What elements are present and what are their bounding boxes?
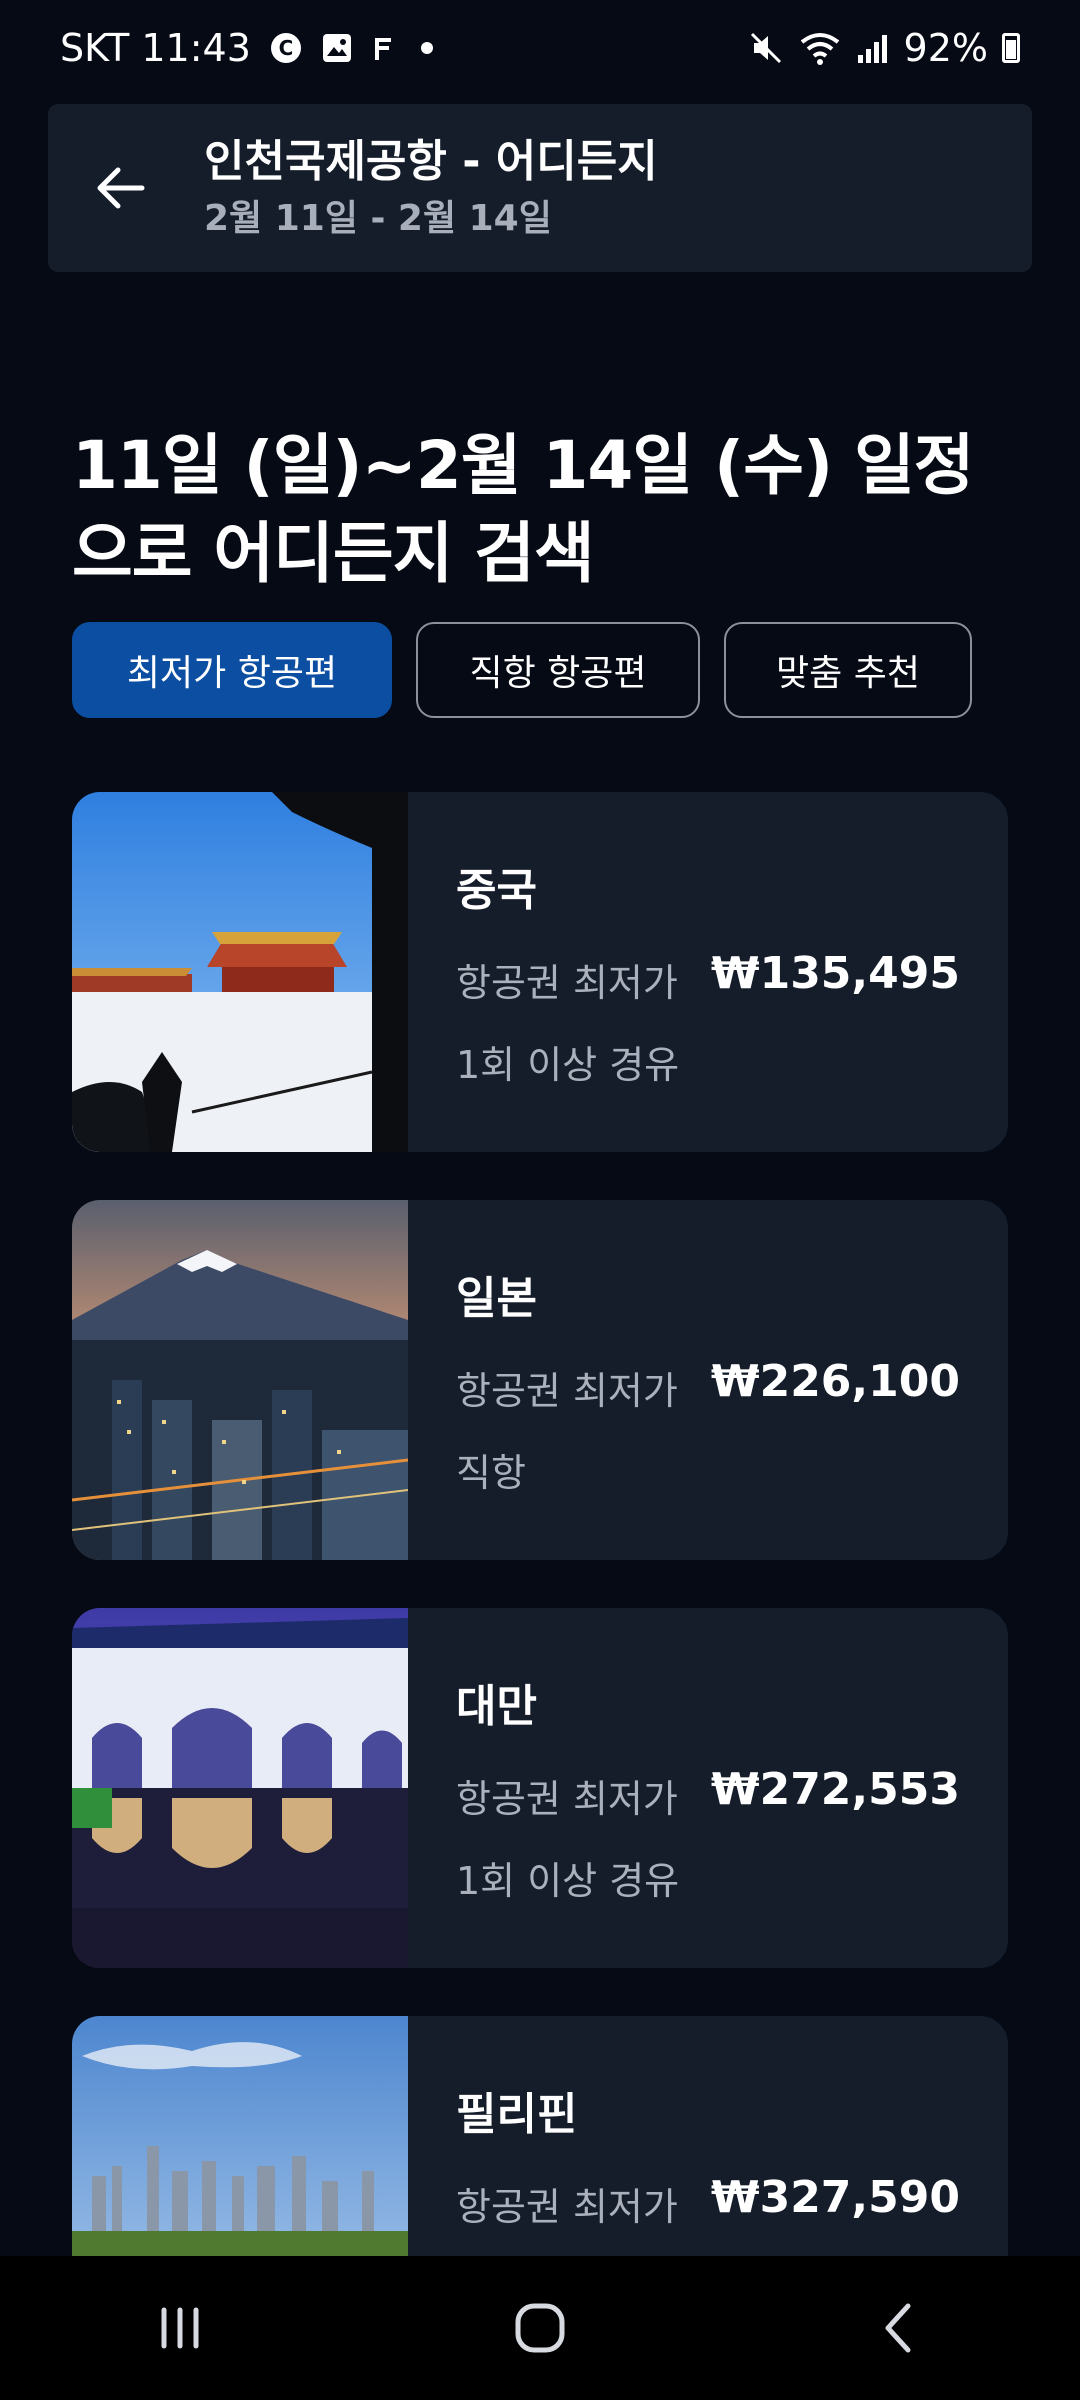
liberty-square-gate-photo [72,1608,408,1968]
mount-fuji-city-photo [72,1200,408,1560]
route-dates: 2월 11일 - 2월 14일 [204,198,552,239]
status-bar: SKT 11:43 C 92% [0,0,1080,96]
filter-chips: 최저가 항공편 직항 항공편 맞춤 추천 [72,622,972,718]
gallery-icon [321,32,353,64]
battery-icon [1002,33,1020,63]
back-icon [885,2303,911,2353]
price-value: ₩135,495 [711,948,960,999]
arrow-left-icon [97,167,145,209]
country-name: 중국 [456,865,537,916]
country-name: 일본 [456,1273,537,1324]
route-type: 1회 이상 경유 [456,1043,680,1087]
price-label: 항공권 최저가 [456,961,678,1005]
page-title: 11일 (일)~2월 14일 (수) 일정으로 어디든지 검색 [72,427,975,592]
carrier-time: SKT 11:43 [60,26,251,70]
home-icon [515,2303,565,2353]
price-label: 항공권 최저가 [456,1369,678,1413]
destination-card-japan[interactable]: 일본 항공권 최저가 ₩226,100 직항 [72,1200,1008,1560]
c-badge-icon: C [269,31,303,65]
f-icon [371,32,395,64]
price-value: ₩226,100 [711,1356,960,1407]
destination-card-china[interactable]: 중국 항공권 최저가 ₩135,495 1회 이상 경유 [72,792,1008,1152]
dot-icon [413,32,441,64]
route-type: 직항 [456,1451,526,1495]
price-label: 항공권 최저가 [456,2185,678,2229]
recent-apps-button[interactable] [120,2278,240,2378]
recent-apps-icon [161,2307,199,2349]
chip-cheapest[interactable]: 최저가 항공편 [72,622,392,718]
chip-recommended[interactable]: 맞춤 추천 [724,622,972,718]
svg-text:C: C [279,36,294,60]
route-title: 인천국제공항 - 어디든지 [204,136,658,187]
route-header[interactable]: 인천국제공항 - 어디든지 2월 11일 - 2월 14일 [48,104,1032,272]
system-nav-bar [0,2256,1080,2400]
mute-icon [748,30,784,66]
forbidden-city-snow-photo [72,792,408,1152]
price-label: 항공권 최저가 [456,1777,678,1821]
price-value: ₩327,590 [711,2172,960,2223]
route-type: 1회 이상 경유 [456,1859,680,1903]
destination-card-taiwan[interactable]: 대만 항공권 최저가 ₩272,553 1회 이상 경유 [72,1608,1008,1968]
price-value: ₩272,553 [711,1764,960,1815]
wifi-icon [798,30,842,66]
chip-direct[interactable]: 직항 항공편 [416,622,700,718]
nav-back-button[interactable] [840,2278,960,2378]
home-button[interactable] [480,2278,600,2378]
country-name: 대만 [456,1681,537,1732]
battery-percent: 92% [903,26,988,70]
back-button[interactable] [60,104,180,272]
signal-icon [856,31,890,65]
country-name: 필리핀 [456,2089,578,2140]
